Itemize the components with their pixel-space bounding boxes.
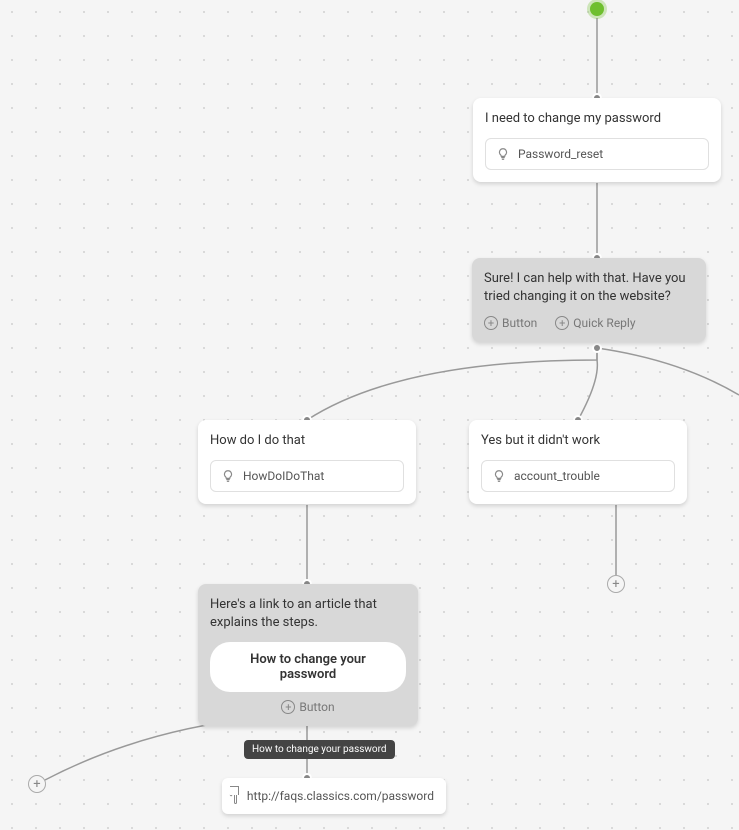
plus-icon: + [281, 700, 295, 714]
add-node-button[interactable]: + [607, 575, 625, 593]
lightbulb-icon [492, 469, 506, 483]
lightbulb-icon [221, 469, 235, 483]
bot-message-text: Here's a link to an article that explain… [210, 596, 406, 632]
intent-box[interactable]: account_trouble [481, 460, 675, 492]
external-link-icon [234, 788, 237, 804]
tooltip: How to change your password [244, 740, 395, 759]
intent-name: HowDoIDoThat [243, 469, 324, 483]
add-node-button[interactable]: + [28, 775, 46, 793]
user-message-text: I need to change my password [485, 110, 709, 128]
lightbulb-icon [496, 147, 510, 161]
intent-box[interactable]: Password_reset [485, 138, 709, 170]
user-message-node[interactable]: Yes but it didn't work account_trouble [469, 420, 687, 504]
action-row: + Button [210, 700, 406, 714]
user-message-node[interactable]: I need to change my password Password_re… [473, 98, 721, 182]
url-text: http://faqs.classics.com/password [247, 789, 434, 803]
user-message-text: How do I do that [210, 432, 404, 450]
plus-icon: + [555, 316, 569, 330]
action-label: Button [299, 700, 334, 714]
bot-message-text: Sure! I can help with that. Have you tri… [484, 270, 694, 306]
user-message-node[interactable]: How do I do that HowDoIDoThat [198, 420, 416, 504]
add-button-action[interactable]: + Button [281, 700, 334, 714]
intent-name: account_trouble [514, 469, 600, 483]
intent-box[interactable]: HowDoIDoThat [210, 460, 404, 492]
add-quick-reply-action[interactable]: + Quick Reply [555, 316, 635, 330]
bot-message-node[interactable]: Sure! I can help with that. Have you tri… [472, 258, 706, 342]
plus-icon: + [484, 316, 498, 330]
intent-name: Password_reset [518, 147, 603, 161]
add-button-action[interactable]: + Button [484, 316, 537, 330]
url-node[interactable]: http://faqs.classics.com/password [222, 778, 446, 814]
action-row: + Button + Quick Reply [484, 316, 694, 330]
node-port[interactable] [592, 343, 602, 353]
user-message-text: Yes but it didn't work [481, 432, 675, 450]
bot-message-node[interactable]: Here's a link to an article that explain… [198, 584, 418, 726]
start-node[interactable] [590, 2, 604, 16]
action-label: Quick Reply [573, 316, 635, 330]
button-reply[interactable]: How to change your password [210, 642, 406, 692]
action-label: Button [502, 316, 537, 330]
